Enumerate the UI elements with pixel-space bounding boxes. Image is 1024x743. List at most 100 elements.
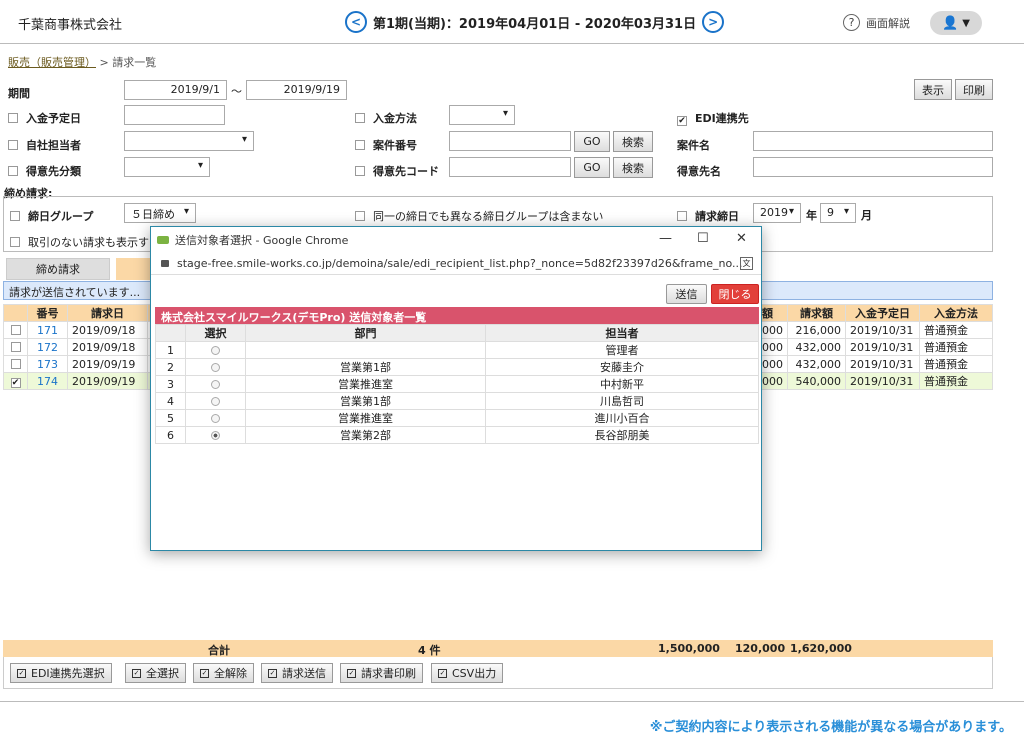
customer-class-checkbox[interactable] [8, 166, 18, 176]
customer-class-select[interactable] [124, 157, 210, 177]
closing-group-checkbox[interactable] [10, 211, 20, 221]
customer-code-input[interactable] [449, 157, 571, 177]
recipient-person: 進川小百合 [485, 409, 759, 427]
row-no[interactable]: 171 [27, 321, 68, 339]
edi-filter: ✔ EDI連携先 [677, 110, 749, 126]
print-invoice-button[interactable]: ✓ 請求書印刷 [340, 663, 423, 683]
closing-group-select[interactable]: ５日締め [124, 203, 196, 223]
popup-close-button[interactable]: 閉じる [711, 284, 759, 304]
app-logo-icon [157, 236, 169, 244]
address-url: stage-free.smile-works.co.jp/demoina/sal… [177, 257, 743, 270]
recipient-radio[interactable] [211, 379, 220, 389]
date-to-input[interactable]: 2019/9/19 [246, 80, 347, 100]
recipient-person: 川島哲司 [485, 392, 759, 410]
row-partial: 000 [757, 321, 788, 339]
no-transaction-checkbox[interactable] [10, 237, 20, 247]
row-checkbox[interactable] [10, 341, 21, 352]
same-day-filter: 同一の締日でも異なる締日グループは含まない [355, 208, 603, 224]
due-date-checkbox[interactable] [8, 113, 18, 123]
send-invoice-button[interactable]: ✓ 請求送信 [261, 663, 333, 683]
recipient-row[interactable]: 2 営業第1部 安藤圭介 [155, 358, 759, 376]
recipient-list-title: 株式会社スマイルワークス(デモPro) 送信対象者一覧 [155, 307, 759, 324]
payment-method-checkbox[interactable] [355, 113, 365, 123]
month-unit: 月 [861, 209, 872, 222]
payment-method-select[interactable] [449, 105, 515, 125]
row-date: 2019/09/18 [67, 321, 148, 339]
due-date-label: 入金予定日 [26, 112, 81, 125]
tab-closing[interactable]: 締め請求 [6, 258, 110, 280]
select-all-button[interactable]: ✓ 全選択 [125, 663, 186, 683]
due-date-input[interactable] [124, 105, 225, 125]
row-amount: 216,000 [787, 321, 846, 339]
customer-class-label: 得意先分類 [26, 165, 81, 178]
breadcrumb-current: > 請求一覧 [99, 56, 157, 69]
recipient-radio[interactable] [211, 396, 220, 406]
row-method: 普通預金 [919, 372, 993, 390]
recipient-radio[interactable] [211, 362, 220, 372]
show-button[interactable]: 表示 [914, 79, 952, 100]
print-button[interactable]: 印刷 [955, 79, 993, 100]
recipient-row[interactable]: 6 営業第2部 長谷部朋美 [155, 426, 759, 444]
address-bar[interactable]: stage-free.smile-works.co.jp/demoina/sal… [151, 253, 761, 275]
billing-close-checkbox[interactable] [677, 211, 687, 221]
staff-checkbox[interactable] [8, 140, 18, 150]
totals-tax: 120,000 [735, 642, 786, 655]
recipient-radio[interactable] [211, 413, 220, 423]
recipient-person: 管理者 [485, 341, 759, 359]
recipient-no: 5 [155, 409, 186, 427]
case-go-button[interactable]: GO [574, 131, 610, 152]
case-search-button[interactable]: 検索 [613, 131, 653, 152]
year-select[interactable]: 2019 [753, 203, 801, 223]
month-select[interactable]: 9 [820, 203, 856, 223]
billing-close-label: 請求締日 [695, 210, 739, 223]
recipient-person: 長谷部朋美 [485, 426, 759, 444]
row-no[interactable]: 172 [27, 338, 68, 356]
customer-name-input[interactable] [753, 157, 993, 177]
row-checkbox[interactable]: ✔ [10, 378, 21, 388]
chevron-left-icon[interactable]: < [345, 11, 367, 33]
maximize-icon[interactable]: ☐ [697, 231, 709, 246]
row-checkbox[interactable] [10, 358, 21, 369]
no-transaction-filter: 取引のない請求も表示する [10, 234, 160, 250]
recipient-row[interactable]: 5 営業推進室 進川小百合 [155, 409, 759, 427]
row-checkbox[interactable] [10, 324, 21, 335]
customer-search-button[interactable]: 検索 [613, 157, 653, 178]
row-no[interactable]: 174 [27, 372, 68, 390]
help-link[interactable]: ? 画面解説 [843, 14, 910, 31]
check-icon: ✓ [200, 668, 209, 678]
recipient-radio-selected[interactable] [211, 430, 220, 440]
period-text: 第1期(当期)：2019年04月01日 - 2020年03月31日 [373, 16, 697, 32]
popup-send-button[interactable]: 送信 [666, 284, 707, 304]
check-icon: ✓ [132, 668, 141, 678]
row-method: 普通預金 [919, 321, 993, 339]
csv-export-button[interactable]: ✓ CSV出力 [431, 663, 504, 683]
case-name-input[interactable] [753, 131, 993, 151]
user-menu-button[interactable]: 👤 ▼ [930, 11, 982, 35]
edi-checkbox[interactable]: ✔ [677, 116, 687, 126]
deselect-all-button[interactable]: ✓ 全解除 [193, 663, 254, 683]
recipient-row[interactable]: 3 営業推進室 中村新平 [155, 375, 759, 393]
case-no-checkbox[interactable] [355, 140, 365, 150]
minimize-icon[interactable]: — [659, 231, 672, 246]
edi-label: EDI連携先 [695, 112, 749, 125]
close-icon[interactable]: ✕ [736, 231, 747, 246]
recipient-row[interactable]: 4 営業第1部 川島哲司 [155, 392, 759, 410]
case-no-input[interactable] [449, 131, 571, 151]
customer-code-checkbox[interactable] [355, 166, 365, 176]
row-no[interactable]: 173 [27, 355, 68, 373]
header-person: 担当者 [485, 324, 759, 342]
staff-select[interactable] [124, 131, 254, 151]
recipient-department: 営業第2部 [245, 426, 486, 444]
recipient-radio[interactable] [211, 345, 220, 355]
recipient-row[interactable]: 1 管理者 [155, 341, 759, 359]
chevron-right-icon[interactable]: > [702, 11, 725, 33]
row-partial: 000 [757, 372, 788, 390]
edi-select-button[interactable]: ✓ EDI連携先選択 [10, 663, 112, 683]
breadcrumb-link-sales[interactable]: 販売（販売管理） [8, 56, 96, 69]
recipient-no: 4 [155, 392, 186, 410]
translate-icon[interactable]: 文 [740, 257, 753, 270]
recipient-person: 中村新平 [485, 375, 759, 393]
customer-go-button[interactable]: GO [574, 157, 610, 178]
date-from-input[interactable]: 2019/9/1 [124, 80, 227, 100]
same-day-checkbox[interactable] [355, 211, 365, 221]
